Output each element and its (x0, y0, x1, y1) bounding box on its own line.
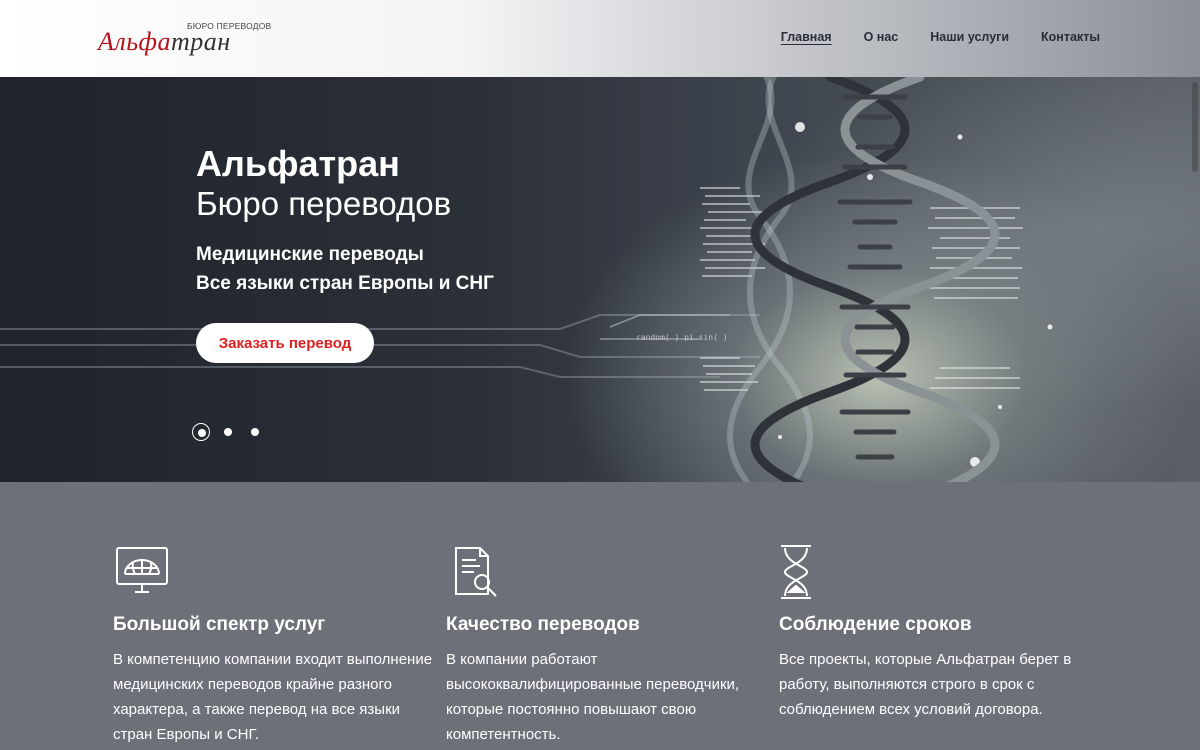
document-magnifier-icon (455, 547, 497, 597)
nav-contacts[interactable]: Контакты (1041, 30, 1100, 44)
hero-subtitle: Бюро переводов (196, 185, 452, 222)
hero-tagline-1: Медицинские переводы (196, 244, 424, 265)
logo-name-red: Альфа (98, 27, 172, 56)
features-section: Большой спектр услуг В компетенцию компа… (0, 482, 1200, 750)
feature-text: В компании работают высококвалифицирован… (446, 651, 740, 743)
feature-title: Большой спектр услуг (113, 614, 326, 635)
nav-about[interactable]: О нас (864, 30, 899, 44)
slider-dot-2[interactable] (219, 423, 237, 441)
scrollbar[interactable] (1192, 82, 1198, 172)
decor-code-text: random( ) pi.sin( ) (636, 333, 728, 342)
monitor-globe-icon (116, 547, 168, 593)
main-nav: Главная О нас Наши услуги Контакты (781, 30, 1100, 44)
logo-name-dark: тран (171, 27, 231, 56)
site-header: БЮРО ПЕРЕВОДОВ Альфатран Главная О нас Н… (0, 0, 1200, 77)
logo-name: Альфатран (98, 27, 231, 57)
feature-text: В компетенцию компании входит выполнение… (113, 651, 433, 743)
order-translation-button[interactable]: Заказать перевод (196, 323, 374, 363)
slider-pagination (192, 423, 264, 441)
logo[interactable]: БЮРО ПЕРЕВОДОВ Альфатран (98, 17, 271, 59)
slider-dot-3[interactable] (246, 423, 264, 441)
slider-dot-1[interactable] (192, 423, 210, 441)
feature-text: Все проекты, которые Альфатран берет в р… (779, 651, 1072, 718)
feature-title: Качество переводов (446, 614, 640, 635)
hero-slider: random( ) pi.sin( ) Альфатран Бюро перев… (0, 77, 1200, 482)
hourglass-icon (781, 545, 811, 599)
dna-helix-image: random( ) pi.sin( ) (0, 77, 1053, 482)
hero-tagline-2: Все языки стран Европы и СНГ (196, 273, 494, 294)
nav-home[interactable]: Главная (781, 30, 832, 44)
feature-title: Соблюдение сроков (779, 614, 972, 635)
nav-services[interactable]: Наши услуги (930, 30, 1009, 44)
hero-title: Альфатран (196, 143, 400, 184)
